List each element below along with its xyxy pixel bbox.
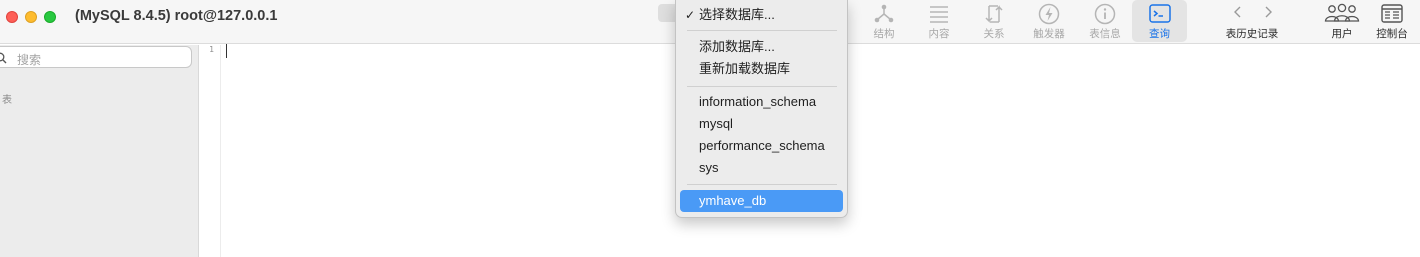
- content-label: 内容: [928, 28, 950, 40]
- app-window: (MySQL 8.4.5) root@127.0.0.1 结构 内容 关系 触发…: [0, 0, 1420, 257]
- table-info-tab[interactable]: 表信息: [1085, 0, 1125, 42]
- relations-icon: [985, 5, 1003, 23]
- database-name: ymhave_db: [699, 193, 767, 208]
- zoom-window-button[interactable]: [44, 11, 56, 23]
- checkmark-icon: ✓: [685, 8, 696, 22]
- search-input[interactable]: 搜索: [0, 46, 192, 68]
- database-name: sys: [699, 160, 719, 175]
- relations-tab[interactable]: 关系: [974, 0, 1014, 42]
- table-info-label: 表信息: [1089, 28, 1121, 40]
- database-name: information_schema: [699, 94, 817, 109]
- triggers-tab[interactable]: 触发器: [1029, 0, 1069, 42]
- info-icon: [1094, 3, 1116, 25]
- menu-item-choose-database[interactable]: ✓ 选择数据库...: [676, 4, 847, 26]
- database-name: mysql: [699, 116, 733, 131]
- line-number: 1: [209, 45, 214, 54]
- forward-chevron-icon[interactable]: [1260, 4, 1276, 20]
- line-number-gutter: 1: [200, 45, 221, 257]
- console-label: 控制台: [1376, 28, 1408, 40]
- menu-item-add-label: 添加数据库...: [699, 39, 775, 54]
- menu-separator: [687, 86, 837, 87]
- table-history-label: 表历史记录: [1225, 28, 1279, 40]
- menu-separator: [687, 184, 837, 185]
- lightning-icon: [1038, 3, 1060, 25]
- menu-separator: [687, 30, 837, 31]
- triggers-label: 触发器: [1033, 28, 1065, 40]
- structure-label: 结构: [873, 28, 895, 40]
- close-window-button[interactable]: [6, 11, 18, 23]
- menu-item-reload-databases[interactable]: 重新加载数据库: [676, 58, 847, 80]
- structure-icon: [874, 4, 894, 23]
- menu-item-database[interactable]: sys: [676, 157, 847, 179]
- query-label: 查询: [1149, 28, 1170, 40]
- relations-label: 关系: [983, 28, 1005, 40]
- users-icon: [1324, 3, 1360, 22]
- terminal-icon: [1148, 4, 1171, 23]
- structure-tab[interactable]: 结构: [864, 0, 904, 42]
- database-menu: ✓ 选择数据库... 添加数据库... 重新加载数据库 information_…: [675, 0, 848, 218]
- window-title: (MySQL 8.4.5) root@127.0.0.1: [75, 8, 278, 24]
- console-icon: [1381, 4, 1403, 23]
- console-button[interactable]: 控制台: [1374, 0, 1410, 42]
- tables-section-header: 表: [2, 95, 12, 106]
- menu-item-choose-label: 选择数据库...: [699, 7, 775, 22]
- menu-item-add-database[interactable]: 添加数据库...: [676, 36, 847, 58]
- search-icon: [0, 52, 7, 64]
- users-button[interactable]: 用户: [1322, 0, 1362, 42]
- sidebar: 搜索 表: [0, 45, 199, 257]
- query-tab[interactable]: 查询: [1132, 0, 1187, 42]
- menu-item-database[interactable]: information_schema: [676, 91, 847, 113]
- database-name: performance_schema: [699, 138, 825, 153]
- minimize-window-button[interactable]: [25, 11, 37, 23]
- menu-item-database[interactable]: performance_schema: [676, 135, 847, 157]
- table-history-control: 表历史记录: [1222, 0, 1282, 42]
- menu-item-database-selected[interactable]: ymhave_db: [680, 190, 843, 212]
- content-tab[interactable]: 内容: [919, 0, 959, 42]
- menu-item-reload-label: 重新加载数据库: [699, 61, 791, 76]
- content-list-icon: [930, 6, 948, 23]
- users-label: 用户: [1331, 28, 1353, 40]
- search-placeholder: 搜索: [17, 53, 42, 67]
- menu-item-database[interactable]: mysql: [676, 113, 847, 135]
- back-chevron-icon[interactable]: [1230, 4, 1246, 20]
